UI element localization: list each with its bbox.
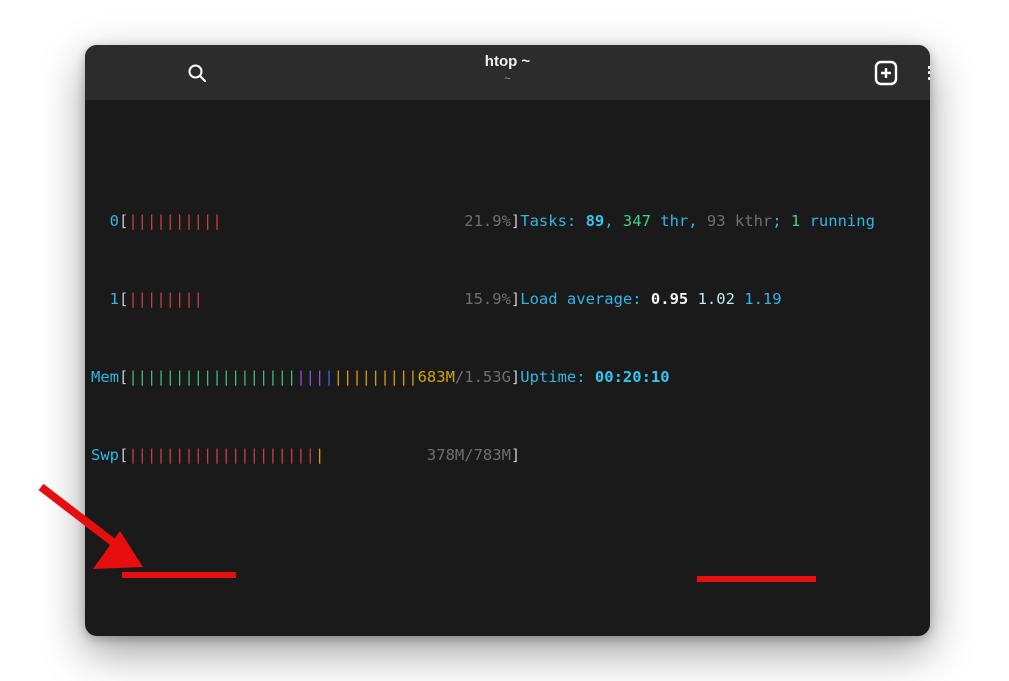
new-tab-icon — [874, 60, 898, 86]
cpu0-meter-line: 0[||||||||||21.9%] Tasks: 89, 347 thr, 9… — [91, 208, 930, 234]
meter-bars-r: |||||||| — [128, 290, 203, 308]
hamburger-menu-icon — [928, 66, 930, 80]
meter-bars-y: ||||||||| — [334, 368, 418, 386]
terminal-window: htop ~ ~ 0[||||||||||21.9%] Tasks: 89, 3… — [85, 45, 930, 636]
meter-bars-r: |||||||||| — [128, 212, 221, 230]
mem-meter-line: Mem[|||||||||||||||||||||||||||||||683M/… — [91, 364, 930, 390]
meter-bars-p: ||| — [296, 368, 324, 386]
load-average: Load average: 0.95 1.02 1.19 — [520, 286, 781, 312]
meter-bars-y: | — [315, 446, 324, 464]
menu-button[interactable] — [923, 58, 930, 88]
meter-bars-r: |||||||||||||||||||| — [128, 446, 315, 464]
uptime: Uptime: 00:20:10 — [520, 364, 669, 390]
htop-screen: 0[||||||||||21.9%] Tasks: 89, 347 thr, 9… — [85, 100, 930, 636]
meter-bars-b: | — [324, 368, 333, 386]
tasks-summary: Tasks: 89, 347 thr, 93 kthr; 1 running — [520, 208, 875, 234]
blank-line — [91, 520, 930, 546]
new-tab-button[interactable] — [871, 58, 901, 88]
window-subtitle: ~ — [85, 73, 930, 85]
window-title: htop ~ — [85, 53, 930, 70]
cpu1-meter-line: 1[||||||||15.9%] Load average: 0.95 1.02… — [91, 286, 930, 312]
meter-bars-g: |||||||||||||||||| — [128, 368, 296, 386]
window-title-block: htop ~ ~ — [85, 53, 930, 85]
swap-meter-line: Swp[|||||||||||||||||||||378M/783M] — [91, 442, 930, 468]
titlebar: htop ~ ~ — [85, 45, 930, 100]
